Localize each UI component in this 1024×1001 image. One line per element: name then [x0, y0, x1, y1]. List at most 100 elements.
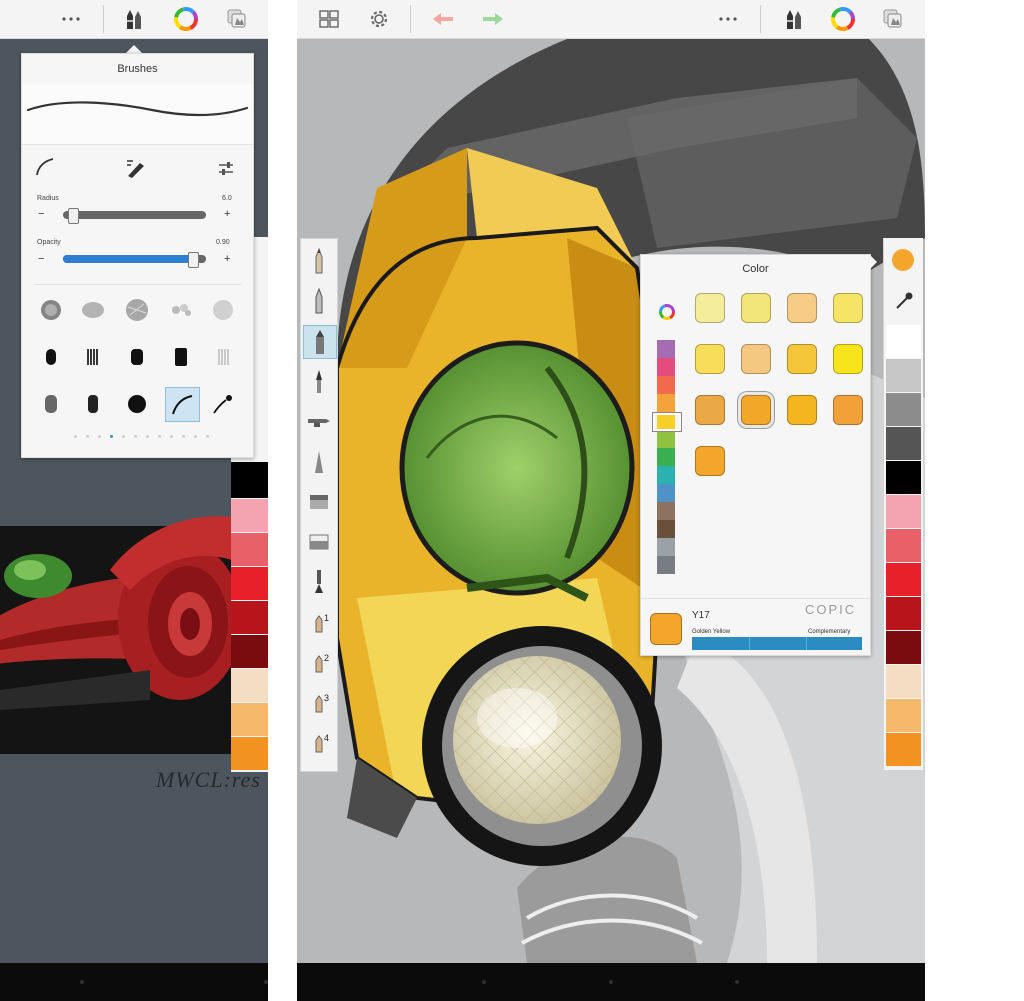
- ellipsis-icon[interactable]: [58, 6, 84, 32]
- brush-texture-1[interactable]: [36, 295, 66, 325]
- opacity-plus[interactable]: +: [224, 253, 230, 265]
- color-swatch[interactable]: [231, 601, 268, 634]
- copic-swatch[interactable]: [741, 395, 771, 425]
- opacity-minus[interactable]: −: [38, 253, 44, 265]
- radius-slider[interactable]: [63, 211, 206, 219]
- brush-soft-2[interactable]: [78, 389, 108, 419]
- copic-family[interactable]: [657, 484, 675, 502]
- pencil-tool[interactable]: [303, 245, 335, 277]
- ellipsis-icon[interactable]: [715, 6, 741, 32]
- copic-family[interactable]: [657, 538, 675, 556]
- custom-brush-3[interactable]: [303, 685, 335, 717]
- brush-texture-4[interactable]: [166, 295, 196, 325]
- page-dot[interactable]: [134, 435, 137, 438]
- brush-properties-icon[interactable]: [218, 161, 234, 182]
- custom-brush-4[interactable]: [303, 725, 335, 757]
- current-color-indicator[interactable]: [892, 249, 914, 271]
- brush-pens-icon[interactable]: [780, 6, 806, 32]
- page-dot[interactable]: [122, 435, 125, 438]
- layers-icon[interactable]: [880, 6, 906, 32]
- color-swatch[interactable]: [886, 597, 921, 630]
- brush-texture-3[interactable]: [122, 295, 152, 325]
- copic-family[interactable]: [657, 358, 675, 376]
- page-dot[interactable]: [182, 435, 185, 438]
- color-swatch[interactable]: [886, 733, 921, 766]
- page-dot[interactable]: [98, 435, 101, 438]
- family-selector[interactable]: [653, 413, 681, 431]
- airbrush-tool[interactable]: [303, 405, 335, 437]
- fill-tool[interactable]: [303, 525, 335, 557]
- opacity-slider-thumb[interactable]: [187, 252, 199, 268]
- brush-pens-icon[interactable]: [120, 6, 146, 32]
- brush-texture-2[interactable]: [78, 295, 108, 325]
- brush-texture-5[interactable]: [208, 295, 238, 325]
- layers-icon[interactable]: [224, 6, 250, 32]
- eyedropper-icon[interactable]: [894, 290, 914, 315]
- brush-marker-2[interactable]: [78, 342, 108, 372]
- marker-tool[interactable]: [303, 325, 337, 359]
- copic-family[interactable]: [657, 376, 675, 394]
- complementary-bar[interactable]: [692, 637, 862, 650]
- custom-brush-2[interactable]: [303, 645, 335, 677]
- page-dot[interactable]: [206, 435, 209, 438]
- ballpoint-tool[interactable]: [303, 285, 335, 317]
- radius-slider-thumb[interactable]: [67, 208, 79, 224]
- color-swatch[interactable]: [886, 665, 921, 698]
- color-swatch[interactable]: [886, 325, 921, 358]
- copic-swatch[interactable]: [741, 293, 771, 323]
- color-swatch[interactable]: [231, 499, 268, 532]
- copic-swatch[interactable]: [833, 293, 863, 323]
- color-swatch[interactable]: [886, 359, 921, 392]
- color-swatch[interactable]: [231, 703, 268, 736]
- page-dot[interactable]: [110, 435, 113, 438]
- gear-icon[interactable]: [366, 6, 392, 32]
- color-swatch[interactable]: [886, 427, 921, 460]
- color-swatch[interactable]: [886, 699, 921, 732]
- brush-pen-selected[interactable]: [165, 387, 200, 422]
- copic-swatch[interactable]: [833, 395, 863, 425]
- copic-swatch[interactable]: [695, 446, 725, 476]
- color-swatch[interactable]: [231, 669, 268, 702]
- page-dot[interactable]: [158, 435, 161, 438]
- color-swatch[interactable]: [231, 737, 268, 770]
- page-dot[interactable]: [146, 435, 149, 438]
- color-swatch[interactable]: [886, 563, 921, 596]
- copic-family[interactable]: [657, 520, 675, 538]
- color-swatch[interactable]: [231, 567, 268, 600]
- radius-plus[interactable]: +: [224, 208, 230, 220]
- custom-brush-1[interactable]: [303, 605, 335, 637]
- smudge-tool[interactable]: [303, 445, 335, 477]
- page-dot[interactable]: [86, 435, 89, 438]
- eraser-tool[interactable]: [303, 485, 335, 517]
- copic-swatch[interactable]: [741, 344, 771, 374]
- paintbrush-tool[interactable]: [303, 365, 335, 397]
- copic-family[interactable]: [657, 394, 675, 412]
- color-swatch[interactable]: [231, 533, 268, 566]
- copic-family[interactable]: [657, 340, 675, 358]
- brush-library-icon[interactable]: [124, 158, 148, 183]
- color-swatch[interactable]: [886, 393, 921, 426]
- copic-swatch[interactable]: [787, 293, 817, 323]
- color-swatch[interactable]: [886, 495, 921, 528]
- color-wheel-icon[interactable]: [658, 303, 676, 326]
- color-swatch[interactable]: [231, 635, 268, 668]
- copic-swatch[interactable]: [695, 293, 725, 323]
- brush-marker-1[interactable]: [36, 342, 66, 372]
- copic-swatch[interactable]: [695, 344, 725, 374]
- copic-swatch[interactable]: [787, 344, 817, 374]
- brush-marker-3[interactable]: [122, 342, 152, 372]
- brush-marker-5[interactable]: [208, 342, 238, 372]
- undo-arrow-icon[interactable]: [430, 6, 456, 32]
- color-swatch[interactable]: [886, 631, 921, 664]
- page-dot[interactable]: [170, 435, 173, 438]
- brush-marker-4[interactable]: [166, 342, 196, 372]
- copic-family[interactable]: [657, 466, 675, 484]
- page-dot[interactable]: [194, 435, 197, 438]
- grid-icon[interactable]: [316, 6, 342, 32]
- page-dot[interactable]: [74, 435, 77, 438]
- radius-minus[interactable]: −: [38, 208, 44, 220]
- brush-soft-1[interactable]: [36, 389, 66, 419]
- stroke-shape-icon[interactable]: [34, 156, 56, 183]
- copic-family[interactable]: [657, 448, 675, 466]
- copic-family[interactable]: [657, 430, 675, 448]
